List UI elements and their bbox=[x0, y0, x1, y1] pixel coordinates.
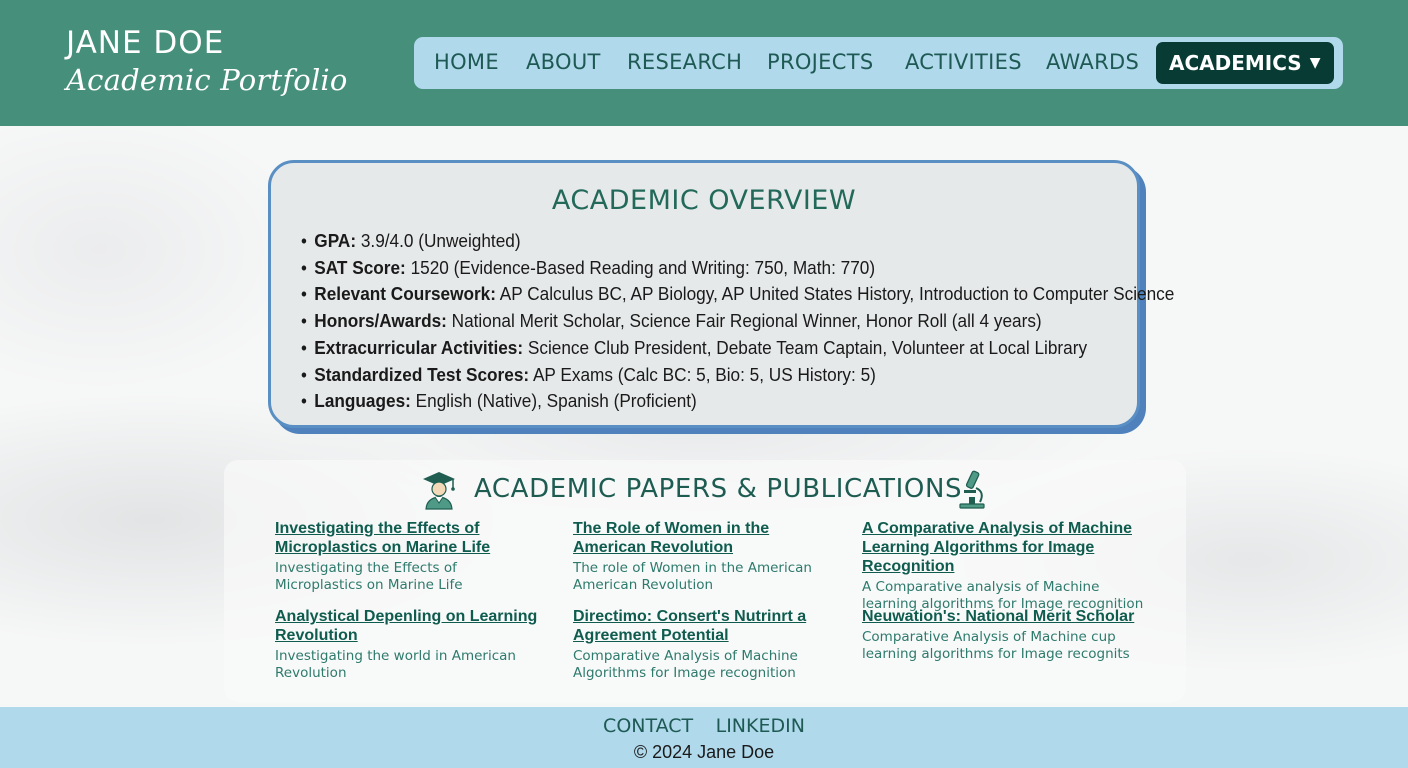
footer-links: CONTACT LINKEDIN bbox=[0, 715, 1408, 737]
overview-label: GPA: bbox=[314, 230, 357, 251]
footer-link-contact[interactable]: CONTACT bbox=[603, 715, 693, 737]
overview-value: Science Club President, Debate Team Capt… bbox=[523, 336, 1088, 358]
paper-title-link[interactable]: A Comparative Analysis of Machine Learni… bbox=[862, 519, 1182, 576]
caret-down-icon: ▼ bbox=[1309, 55, 1321, 71]
graduate-icon bbox=[422, 470, 456, 515]
overview-item-sat: SAT Score: 1520 (Evidence-Based Reading … bbox=[301, 255, 1078, 282]
paper-card: Investigating the Effects of Microplasti… bbox=[275, 519, 595, 594]
overview-label: SAT Score: bbox=[314, 256, 406, 278]
nav-item-research[interactable]: RESEARCH bbox=[627, 50, 742, 74]
overview-item-honors: Honors/Awards: National Merit Scholar, S… bbox=[301, 308, 1078, 335]
nav-item-home[interactable]: HOME bbox=[434, 50, 499, 74]
paper-description: The role of Women in the American Americ… bbox=[573, 560, 812, 593]
papers-header: ACADEMIC PAPERS & PUBLICATIONS bbox=[224, 466, 1186, 510]
overview-item-languages: Languages: English (Native), Spanish (Pr… bbox=[301, 388, 1078, 415]
overview-item-coursework: Relevant Coursework: AP Calculus BC, AP … bbox=[301, 281, 1174, 308]
paper-card: The Role of Women in the American Revolu… bbox=[573, 519, 893, 594]
overview-value: AP Calculus BC, AP Biology, AP United St… bbox=[495, 283, 1175, 305]
nav-item-awards[interactable]: AWARDS bbox=[1046, 50, 1139, 74]
overview-title: ACADEMIC OVERVIEW bbox=[551, 185, 857, 216]
paper-description: Comparative Analysis of Machine cup lear… bbox=[862, 629, 1130, 662]
copyright: © 2024 Jane Doe bbox=[633, 742, 775, 762]
paper-title-link[interactable]: Neuwation's: National Merit Scholar bbox=[862, 607, 1162, 626]
overview-value: National Merit Scholar, Science Fair Reg… bbox=[446, 310, 1042, 332]
overview-item-gpa: GPA: 3.9/4.0 (Unweighted) bbox=[301, 228, 1078, 255]
overview-label: Relevant Coursework: bbox=[314, 283, 496, 305]
paper-description: Comparative Analysis of Machine Algorith… bbox=[573, 648, 798, 681]
nav-item-about[interactable]: ABOUT bbox=[526, 50, 601, 74]
brand[interactable]: JANE DOE Academic Portfolio bbox=[66, 26, 348, 100]
paper-card: Directimo: Consert's Nutrinrt a Agreemen… bbox=[573, 607, 893, 682]
paper-title-link[interactable]: The Role of Women in the American Revolu… bbox=[573, 519, 793, 557]
paper-description: Investigating the world in American Revo… bbox=[275, 648, 516, 681]
nav-item-academics-label: ACADEMICS bbox=[1169, 51, 1302, 75]
nav-item-academics[interactable]: ACADEMICS ▼ bbox=[1156, 42, 1334, 84]
academic-overview-card: ACADEMIC OVERVIEW GPA: 3.9/4.0 (Unweight… bbox=[268, 160, 1174, 428]
paper-card: A Comparative Analysis of Machine Learni… bbox=[862, 519, 1182, 613]
nav-item-projects[interactable]: PROJECTS bbox=[767, 50, 873, 74]
brand-subtitle: Academic Portfolio bbox=[66, 63, 348, 97]
overview-item-extracurricular: Extracurricular Activities: Science Club… bbox=[301, 335, 1087, 362]
brand-name: JANE DOE bbox=[66, 25, 225, 61]
overview-label: Languages: bbox=[314, 390, 411, 412]
overview-value: 3.9/4.0 (Unweighted) bbox=[356, 230, 521, 251]
overview-value: AP Exams (Calc BC: 5, Bio: 5, US History… bbox=[529, 363, 876, 385]
overview-label: Honors/Awards: bbox=[314, 310, 447, 332]
overview-item-test-scores: Standardized Test Scores: AP Exams (Calc… bbox=[301, 362, 1078, 389]
overview-label: Standardized Test Scores: bbox=[314, 363, 530, 385]
paper-description: Investigating the Effects of Microplasti… bbox=[275, 560, 463, 593]
paper-title-link[interactable]: Investigating the Effects of Microplasti… bbox=[275, 519, 525, 557]
paper-card: Analystical Depenling on Learning Revolu… bbox=[275, 607, 595, 682]
overview-value: 1520 (Evidence-Based Reading and Writing… bbox=[405, 256, 876, 278]
paper-title-link[interactable]: Analystical Depenling on Learning Revolu… bbox=[275, 607, 545, 645]
nav-item-activities[interactable]: ACTIVITIES bbox=[905, 50, 1022, 74]
papers-title: ACADEMIC PAPERS & PUBLICATIONS bbox=[474, 474, 963, 504]
overview-value: English (Native), Spanish (Proficient) bbox=[410, 390, 697, 412]
microscope-icon bbox=[956, 468, 988, 515]
site-footer: CONTACT LINKEDIN © 2024 Jane Doe bbox=[0, 707, 1408, 768]
papers-section: ACADEMIC PAPERS & PUBLICATIONS Investiga… bbox=[224, 460, 1186, 702]
paper-title-link[interactable]: Directimo: Consert's Nutrinrt a Agreemen… bbox=[573, 607, 808, 645]
footer-link-linkedin[interactable]: LINKEDIN bbox=[716, 715, 805, 737]
main-nav: HOME ABOUT RESEARCH PROJECTS ACTIVITIES … bbox=[414, 37, 1343, 89]
paper-card: Neuwation's: National Merit Scholar Comp… bbox=[862, 607, 1182, 663]
overview-label: Extracurricular Activities: bbox=[314, 336, 524, 358]
overview-list: GPA: 3.9/4.0 (Unweighted) SAT Score: 152… bbox=[301, 228, 1174, 415]
site-header: JANE DOE Academic Portfolio HOME ABOUT R… bbox=[0, 0, 1408, 126]
